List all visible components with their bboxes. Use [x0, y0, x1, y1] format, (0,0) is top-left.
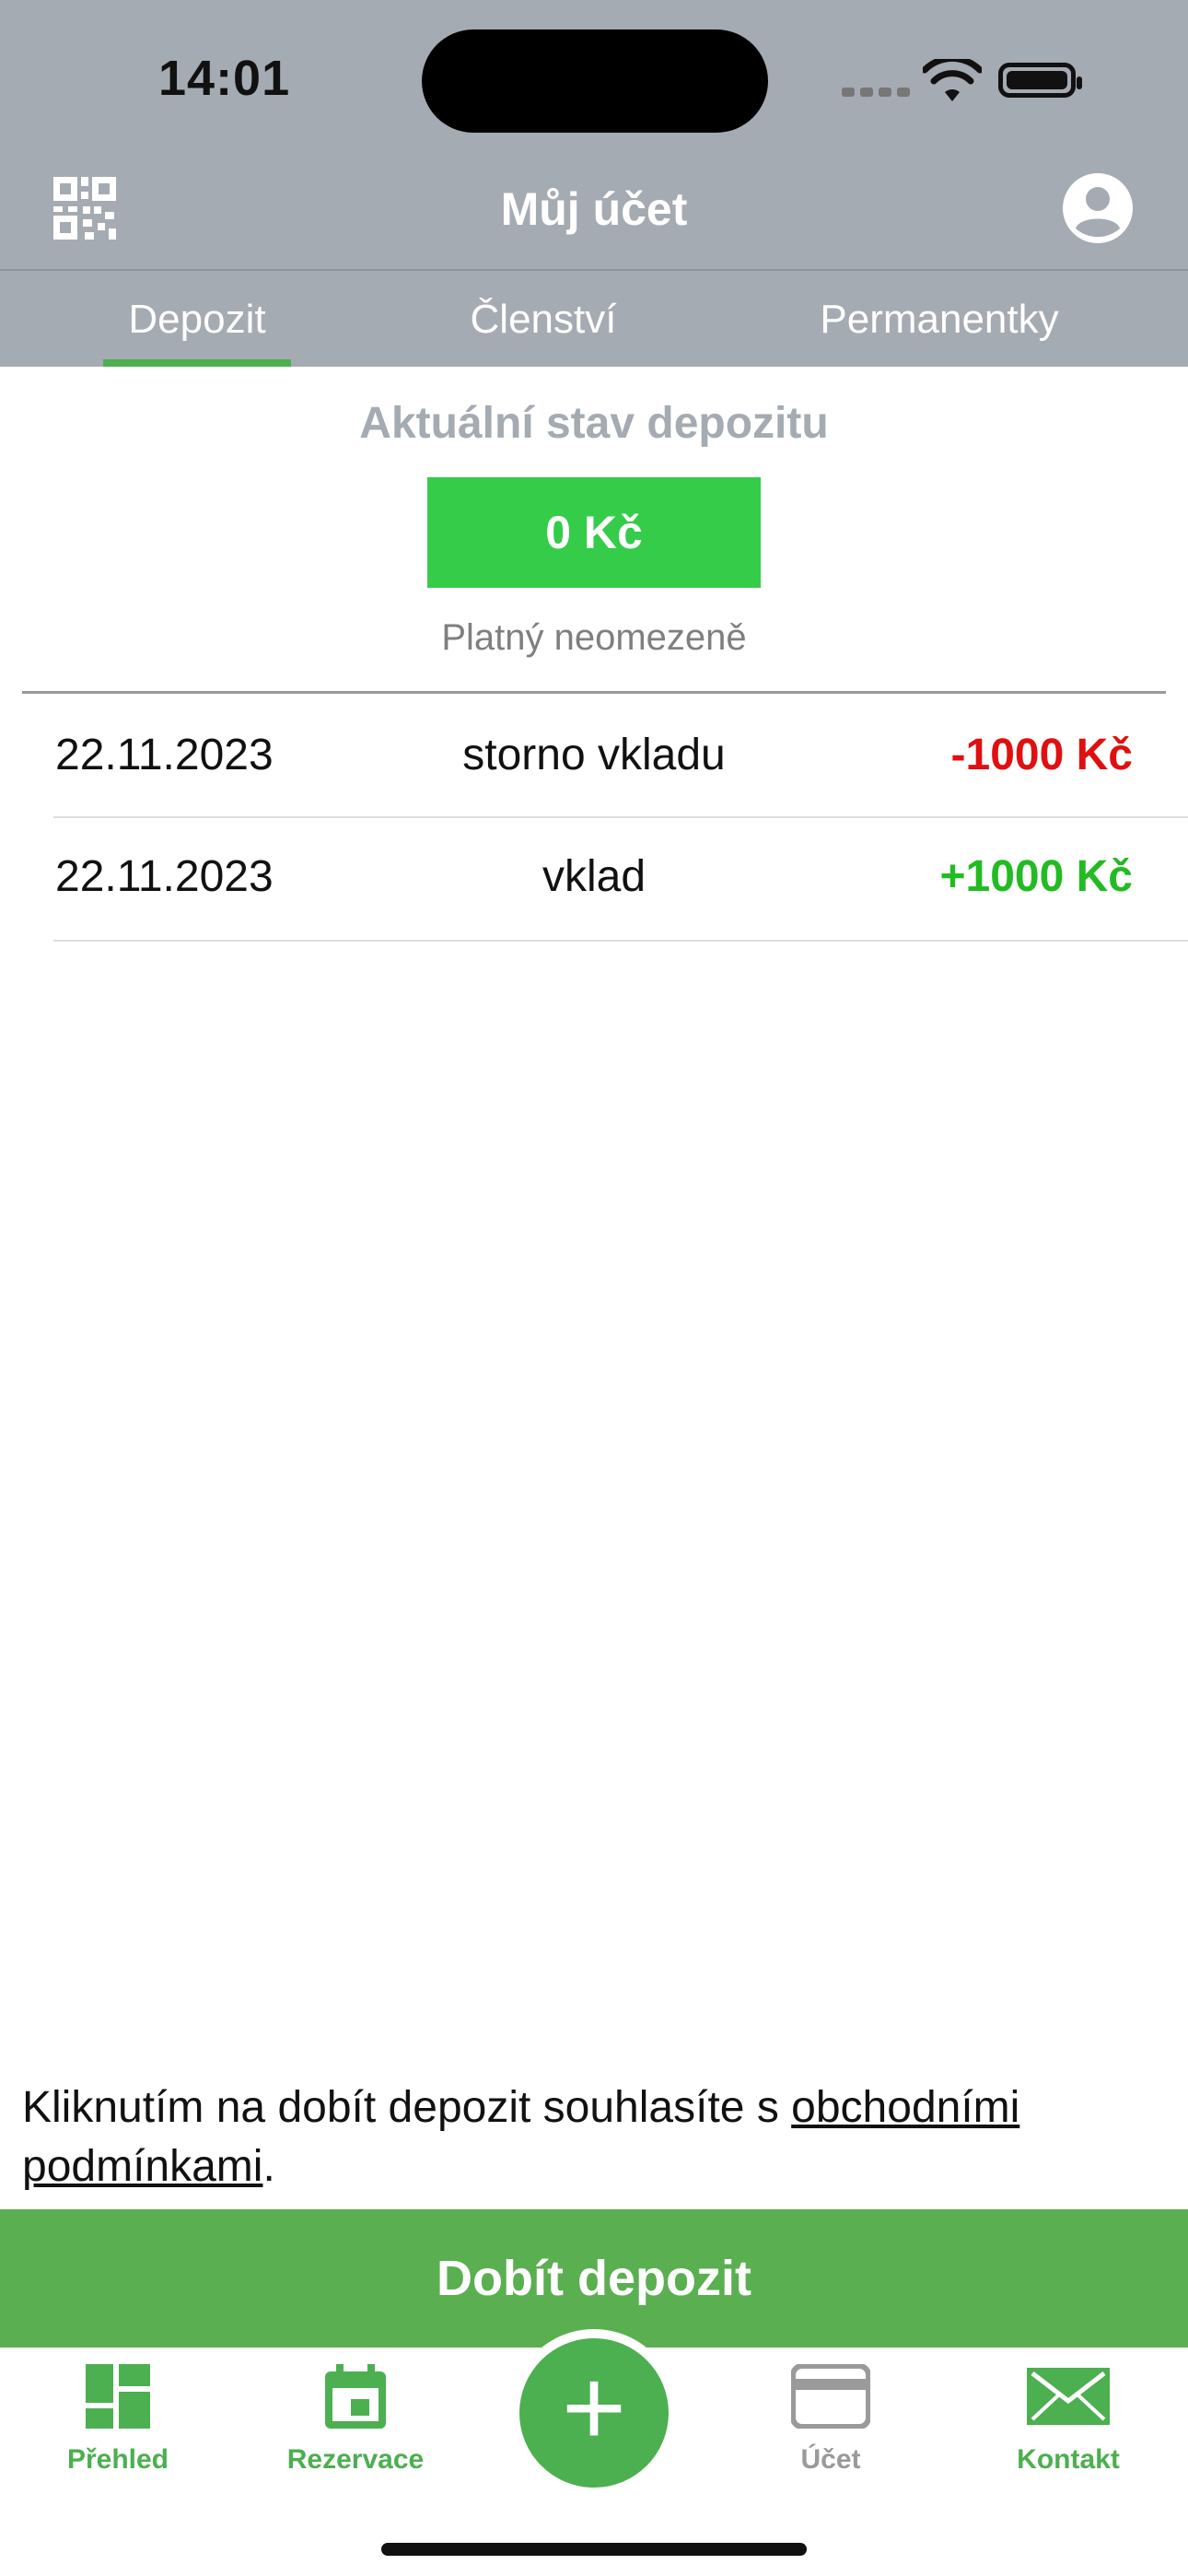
nav-label: Účet	[800, 2444, 861, 2475]
page-title: Můj účet	[500, 183, 688, 235]
profile-icon[interactable]	[1061, 171, 1135, 245]
nav-item-rezervace[interactable]: Rezervace	[263, 2364, 448, 2476]
row-divider	[53, 816, 1188, 818]
table-row: 22.11.2023 vklad +1000 Kč	[0, 820, 1188, 943]
top-up-deposit-button[interactable]: Dobít depozit	[0, 2209, 1188, 2348]
tab-depozit[interactable]: Depozit	[103, 297, 291, 343]
mail-icon	[1027, 2368, 1110, 2425]
cellular-signal-icon	[842, 85, 915, 101]
tx-date: 22.11.2023	[55, 731, 274, 779]
nav-item-prehled[interactable]: Přehled	[26, 2364, 210, 2476]
dashboard-icon	[86, 2364, 150, 2429]
nav-label: Rezervace	[286, 2444, 425, 2475]
tx-date: 22.11.2023	[55, 852, 274, 901]
calendar-icon	[325, 2364, 386, 2429]
tx-amount: -1000 Kč	[950, 731, 1133, 779]
home-indicator	[381, 2543, 807, 2556]
add-button[interactable]: +	[519, 2338, 669, 2488]
tx-description: vklad	[542, 852, 646, 901]
table-row: 22.11.2023 storno vkladu -1000 Kč	[0, 697, 1188, 820]
terms-end: .	[262, 2142, 275, 2191]
tx-amount: +1000 Kč	[939, 852, 1133, 901]
row-divider	[53, 940, 1188, 942]
tx-description: storno vkladu	[462, 731, 726, 779]
battery-icon	[998, 63, 1082, 98]
tab-permanentky[interactable]: Permanentky	[783, 297, 1096, 343]
terms-notice: Kliknutím na dobít depozit souhlasíte s …	[22, 2078, 1164, 2196]
nav-item-kontakt[interactable]: Kontakt	[976, 2364, 1160, 2476]
section-divider	[22, 691, 1166, 694]
header-divider	[0, 269, 1188, 271]
active-tab-indicator	[103, 359, 291, 367]
terms-text: Kliknutím na dobít depozit souhlasíte s	[22, 2083, 792, 2132]
deposit-title: Aktuální stav depozitu	[359, 399, 829, 448]
tab-clenstvi[interactable]: Členství	[433, 297, 654, 343]
status-time: 14:01	[158, 51, 291, 106]
nav-label: Kontakt	[1017, 2444, 1120, 2475]
deposit-balance: 0 Kč	[427, 477, 761, 588]
wifi-icon	[923, 59, 982, 101]
nav-item-ucet[interactable]: Účet	[739, 2363, 923, 2476]
card-icon	[790, 2363, 871, 2430]
nav-label: Přehled	[66, 2444, 169, 2475]
dynamic-island	[422, 29, 768, 133]
deposit-validity: Platný neomezeně	[441, 617, 747, 658]
